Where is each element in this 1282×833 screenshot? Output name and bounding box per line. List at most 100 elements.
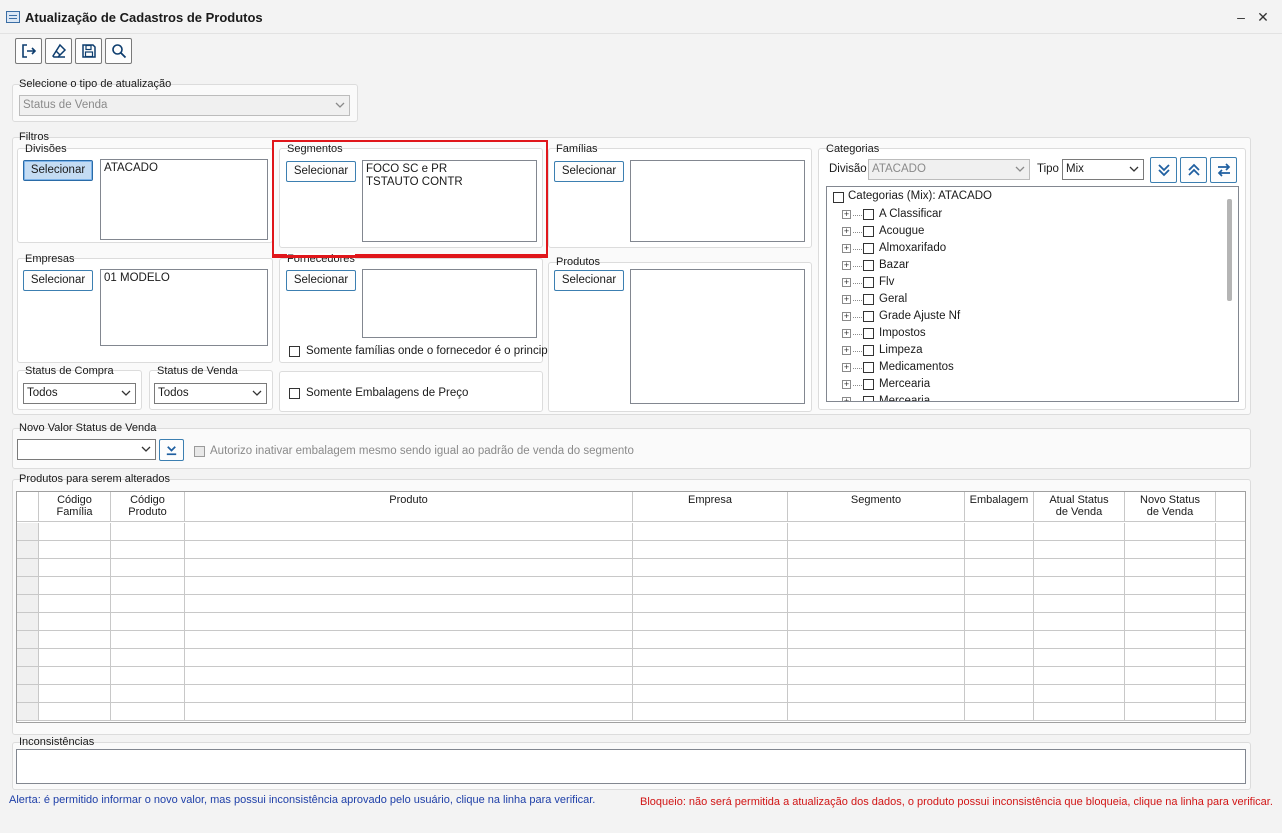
table-cell[interactable] <box>1125 667 1216 685</box>
tree-item[interactable]: + Limpeza <box>827 343 1217 360</box>
status-compra-select[interactable]: Todos <box>23 383 136 404</box>
tree-item[interactable]: + Mercearia <box>827 394 1217 401</box>
table-cell[interactable] <box>788 595 965 613</box>
table-cell[interactable] <box>185 667 633 685</box>
grid-column-header[interactable]: Atual Status de Venda <box>1034 492 1125 522</box>
tree-item[interactable]: + Impostos <box>827 326 1217 343</box>
table-row[interactable] <box>17 685 1245 703</box>
update-type-select[interactable]: Status de Venda <box>19 95 350 116</box>
table-cell[interactable] <box>111 631 185 649</box>
row-header[interactable] <box>17 523 39 541</box>
table-cell[interactable] <box>633 595 788 613</box>
exit-button[interactable] <box>15 38 42 64</box>
empresas-list[interactable]: 01 MODELO <box>100 269 268 346</box>
tree-item[interactable]: + Almoxarifado <box>827 241 1217 258</box>
table-cell[interactable] <box>185 613 633 631</box>
table-cell[interactable] <box>185 703 633 721</box>
table-cell[interactable] <box>1034 649 1125 667</box>
tree-item[interactable]: + Grade Ajuste Nf <box>827 309 1217 326</box>
table-cell[interactable] <box>185 595 633 613</box>
table-cell[interactable] <box>39 541 111 559</box>
table-cell[interactable] <box>965 685 1034 703</box>
table-cell[interactable] <box>965 541 1034 559</box>
table-row[interactable] <box>17 523 1245 541</box>
table-cell[interactable] <box>1034 613 1125 631</box>
table-cell[interactable] <box>1034 541 1125 559</box>
table-cell[interactable] <box>39 667 111 685</box>
tree-item-checkbox[interactable] <box>863 226 874 237</box>
collapse-all-button[interactable] <box>1180 157 1207 183</box>
table-cell[interactable] <box>1216 559 1245 577</box>
grid-column-header[interactable]: Código Família <box>39 492 111 522</box>
table-cell[interactable] <box>633 523 788 541</box>
table-cell[interactable] <box>1034 523 1125 541</box>
table-cell[interactable] <box>39 613 111 631</box>
tree-item[interactable]: + Acougue <box>827 224 1217 241</box>
table-cell[interactable] <box>1034 559 1125 577</box>
table-row[interactable] <box>17 703 1245 721</box>
fornecedores-list[interactable] <box>362 269 537 338</box>
table-cell[interactable] <box>788 559 965 577</box>
row-header[interactable] <box>17 685 39 703</box>
expand-plus-icon[interactable]: + <box>842 329 851 338</box>
row-header[interactable] <box>17 667 39 685</box>
row-header[interactable] <box>17 559 39 577</box>
minimize-icon[interactable]: – <box>1232 8 1250 26</box>
table-cell[interactable] <box>111 577 185 595</box>
expand-plus-icon[interactable]: + <box>842 363 851 372</box>
expand-plus-icon[interactable]: + <box>842 244 851 253</box>
table-cell[interactable] <box>111 541 185 559</box>
table-cell[interactable] <box>185 523 633 541</box>
produtos-list[interactable] <box>630 269 805 404</box>
table-cell[interactable] <box>39 523 111 541</box>
products-grid[interactable]: Código Família Código Produto Produto Empre… <box>16 491 1246 723</box>
tree-item-checkbox[interactable] <box>863 379 874 390</box>
expand-plus-icon[interactable]: + <box>842 380 851 389</box>
table-row[interactable] <box>17 649 1245 667</box>
table-cell[interactable] <box>1125 577 1216 595</box>
table-cell[interactable] <box>1125 541 1216 559</box>
table-row[interactable] <box>17 667 1245 685</box>
table-cell[interactable] <box>1034 667 1125 685</box>
fornecedor-principal-checkbox[interactable] <box>289 346 300 357</box>
divisoes-list[interactable]: ATACADO <box>100 159 268 240</box>
table-cell[interactable] <box>788 631 965 649</box>
row-header[interactable] <box>17 631 39 649</box>
table-cell[interactable] <box>111 649 185 667</box>
divisoes-select-button[interactable]: Selecionar <box>23 160 93 181</box>
table-row[interactable] <box>17 559 1245 577</box>
table-cell[interactable] <box>788 523 965 541</box>
table-cell[interactable] <box>1216 703 1245 721</box>
table-cell[interactable] <box>1034 577 1125 595</box>
grid-header-filler[interactable] <box>1216 492 1245 522</box>
table-cell[interactable] <box>965 667 1034 685</box>
produtos-select-button[interactable]: Selecionar <box>554 270 624 291</box>
row-header[interactable] <box>17 613 39 631</box>
familias-list[interactable] <box>630 160 805 242</box>
autorizo-checkbox[interactable] <box>194 446 205 457</box>
table-cell[interactable] <box>111 595 185 613</box>
tree-item[interactable]: + Geral <box>827 292 1217 309</box>
table-cell[interactable] <box>39 649 111 667</box>
table-cell[interactable] <box>111 523 185 541</box>
familias-select-button[interactable]: Selecionar <box>554 161 624 182</box>
table-cell[interactable] <box>633 649 788 667</box>
table-cell[interactable] <box>1125 631 1216 649</box>
table-cell[interactable] <box>788 541 965 559</box>
table-cell[interactable] <box>185 577 633 595</box>
table-cell[interactable] <box>1034 685 1125 703</box>
table-cell[interactable] <box>1034 703 1125 721</box>
table-cell[interactable] <box>1216 523 1245 541</box>
table-cell[interactable] <box>633 631 788 649</box>
table-cell[interactable] <box>1216 541 1245 559</box>
tree-item-checkbox[interactable] <box>863 396 874 401</box>
table-cell[interactable] <box>1125 613 1216 631</box>
table-cell[interactable] <box>1125 523 1216 541</box>
table-cell[interactable] <box>39 631 111 649</box>
table-row[interactable] <box>17 613 1245 631</box>
table-cell[interactable] <box>1216 577 1245 595</box>
tree-item-checkbox[interactable] <box>863 260 874 271</box>
table-cell[interactable] <box>965 703 1034 721</box>
tree-item-checkbox[interactable] <box>863 311 874 322</box>
apply-value-button[interactable] <box>159 439 184 461</box>
